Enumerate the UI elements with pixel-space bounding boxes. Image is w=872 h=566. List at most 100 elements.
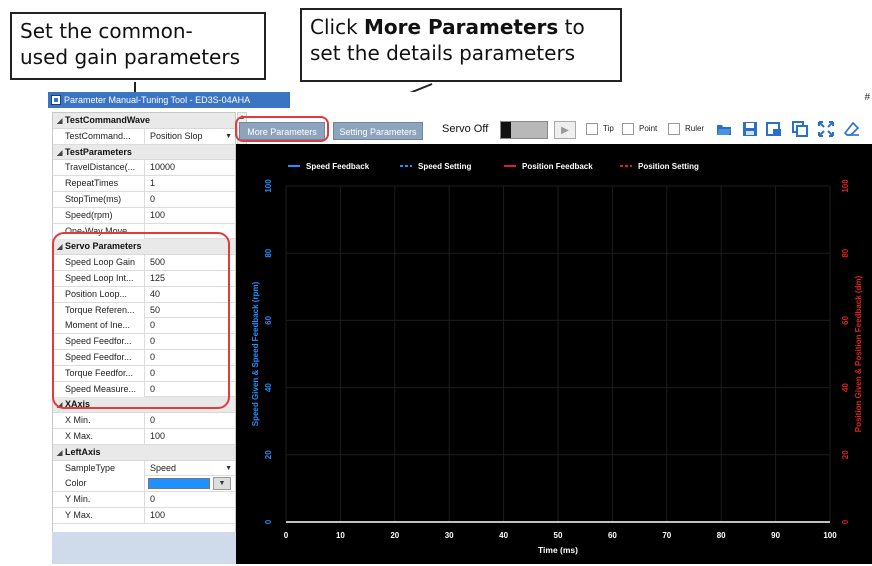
property-value[interactable]: 100 — [146, 208, 235, 223]
pin-icon[interactable]: # — [864, 92, 870, 103]
property-label: StopTime(ms) — [53, 191, 145, 207]
property-row[interactable]: Speed(rpm) 100 — [53, 207, 235, 224]
callout-left-line2: used gain parameters — [20, 45, 240, 69]
property-description-panel — [52, 532, 247, 564]
left-y-tick-label: 100 — [264, 179, 273, 193]
property-value[interactable]: 100 — [146, 508, 235, 523]
property-label: RepeatTimes — [53, 176, 145, 192]
chart-svg: 0 10 20 30 40 50 60 70 80 90 100 0 0 20 20 40 40 60 60 80 80… — [251, 162, 863, 555]
property-value[interactable]: Speed — [146, 461, 235, 476]
category-label: TestParameters — [65, 146, 132, 157]
property-row[interactable]: RepeatTimes 1 — [53, 176, 235, 192]
callout-right-suffix: to — [558, 15, 585, 39]
category-label: LeftAxis — [65, 446, 101, 457]
servo-status-label: Servo Off — [442, 123, 489, 135]
clear-icon[interactable] — [844, 121, 860, 137]
collapse-triangle-icon[interactable]: ◢ — [57, 146, 65, 162]
category-label: TestCommandWave — [65, 115, 151, 125]
property-label: X Max. — [53, 428, 145, 444]
ruler-checkbox[interactable] — [668, 123, 680, 135]
property-value[interactable]: 0 — [146, 413, 235, 428]
left-y-tick-label: 40 — [264, 383, 273, 392]
more-parameters-highlight — [235, 116, 329, 142]
x-axis-label: Time (ms) — [538, 545, 578, 555]
right-y-tick-label: 0 — [841, 519, 850, 524]
callout-right-bold: More Parameters — [364, 15, 559, 39]
legend-entry: Speed Setting — [418, 162, 471, 171]
x-tick-label: 10 — [336, 531, 345, 540]
property-value[interactable]: Position Slop — [146, 129, 235, 144]
category-header[interactable]: ◢ LeftAxis — [53, 444, 235, 462]
legend-entry: Position Setting — [638, 162, 699, 171]
copy-icon[interactable] — [792, 121, 808, 137]
open-folder-icon[interactable] — [716, 121, 732, 137]
callout-right-prefix: Click — [310, 15, 365, 39]
app-icon — [51, 95, 61, 105]
left-y-tick-label: 80 — [264, 248, 273, 257]
property-label: Y Max. — [53, 507, 145, 523]
screenshot-root: { "callouts": { "left_line1": "Set the c… — [0, 0, 872, 566]
property-value[interactable]: 0 — [146, 492, 235, 507]
legend-entry: Speed Feedback — [306, 162, 370, 171]
x-tick-label: 60 — [608, 531, 617, 540]
export-icon[interactable] — [766, 121, 782, 137]
property-row[interactable]: SampleType Speed ▼ — [53, 460, 235, 477]
property-label: Color — [53, 476, 145, 492]
property-value[interactable]: 0 — [146, 192, 235, 207]
callout-right-line2: set the details parameters — [310, 41, 576, 65]
play-button[interactable]: ▶ — [554, 121, 576, 139]
property-value[interactable]: 10000 — [146, 160, 235, 175]
x-tick-label: 40 — [499, 531, 508, 540]
property-row[interactable]: StopTime(ms) 0 — [53, 191, 235, 208]
property-row[interactable]: TravelDistance(... 10000 — [53, 160, 235, 177]
fit-view-icon[interactable] — [818, 121, 834, 137]
x-tick-label: 20 — [390, 531, 399, 540]
tip-checkbox[interactable] — [586, 123, 598, 135]
property-label: TestCommand... — [53, 128, 145, 144]
callout-right-line1: Click More Parameters to — [310, 14, 612, 40]
x-tick-label: 0 — [284, 531, 289, 540]
left-y-tick-label: 20 — [264, 450, 273, 459]
callout-left-line1: Set the common- — [20, 19, 193, 43]
point-label: Point — [639, 124, 658, 133]
left-y-axis-label: Speed Given & Speed Feedback (rpm) — [251, 281, 260, 426]
dropdown-arrow-icon[interactable]: ▼ — [225, 129, 232, 145]
x-tick-label: 100 — [823, 531, 837, 540]
color-swatch[interactable] — [148, 478, 210, 490]
dropdown-arrow-icon[interactable]: ▼ — [213, 477, 231, 491]
collapse-triangle-icon[interactable]: ◢ — [57, 114, 65, 130]
callout-gain-parameters: Set the common- used gain parameters — [10, 12, 266, 80]
property-row[interactable]: X Min. 0 — [53, 413, 235, 429]
right-y-axis-label: Position Given & Position Feedback (dm) — [854, 275, 863, 432]
x-tick-label: 80 — [717, 531, 726, 540]
right-y-tick-label: 60 — [841, 315, 850, 324]
servo-toggle[interactable] — [500, 121, 548, 139]
property-value[interactable]: 1 — [146, 176, 235, 191]
collapse-triangle-icon[interactable]: ◢ — [57, 446, 65, 462]
property-row[interactable]: Color ▼ — [53, 476, 235, 493]
property-row[interactable]: TestCommand... Position Slop ▼ — [53, 128, 235, 145]
setting-parameters-button[interactable]: Setting Parameters — [333, 122, 423, 140]
property-value[interactable]: 100 — [146, 429, 235, 444]
window-title: Parameter Manual-Tuning Tool - ED3S-04AH… — [64, 95, 251, 105]
ruler-label: Ruler — [685, 124, 705, 133]
point-checkbox[interactable] — [622, 123, 634, 135]
toggle-knob — [501, 122, 511, 138]
save-icon[interactable] — [742, 121, 758, 137]
category-header[interactable]: ◢ TestCommandWave — [53, 113, 235, 129]
property-label: X Min. — [53, 413, 145, 429]
right-y-tick-label: 100 — [841, 179, 850, 193]
property-row[interactable]: Y Max. 100 — [53, 507, 235, 524]
property-label: SampleType — [53, 460, 145, 476]
dropdown-arrow-icon[interactable]: ▼ — [225, 461, 232, 477]
property-row[interactable]: X Max. 100 — [53, 428, 235, 445]
property-label: TravelDistance(... — [53, 160, 145, 176]
property-row[interactable]: Y Min. 0 — [53, 492, 235, 508]
legend-entry: Position Feedback — [522, 162, 593, 171]
right-y-tick-label: 40 — [841, 383, 850, 392]
category-header[interactable]: ◢ TestParameters — [53, 144, 235, 162]
callout-more-parameters: Click More Parameters to set the details… — [300, 8, 622, 82]
property-label: Y Min. — [53, 492, 145, 508]
trend-chart[interactable]: 0 10 20 30 40 50 60 70 80 90 100 0 0 20 20 40 40 60 60 80 80… — [236, 144, 872, 564]
tuning-window: Parameter Manual-Tuning Tool - ED3S-04AH… — [48, 92, 872, 564]
